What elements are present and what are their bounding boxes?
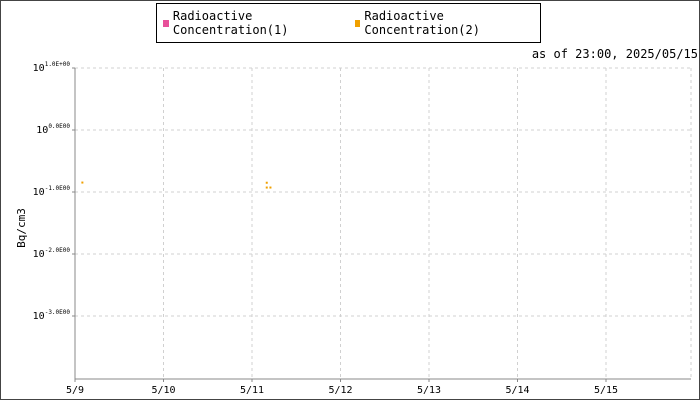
x-tick-label: 5/15 (594, 385, 618, 396)
chart-plot: 101.0E+00 100.0E00 10-1.0E00 10-2.0E00 10-3.… (15, 61, 692, 396)
x-tick-label: 5/9 (66, 385, 84, 396)
x-tick-label: 5/10 (151, 385, 175, 396)
y-tick-label: 10-2.0E00 (33, 247, 71, 260)
x-tick-label: 5/13 (417, 385, 441, 396)
data-point-series2 (265, 181, 268, 184)
y-axis-label: Bq/cm3 (15, 208, 28, 248)
y-tick-label: 100.0E00 (36, 123, 70, 136)
x-tick-label: 5/12 (328, 385, 352, 396)
data-point-series2 (81, 181, 84, 184)
y-tick-label: 10-1.0E00 (33, 185, 71, 198)
data-point-series2 (265, 186, 268, 189)
y-tick-label: 101.0E+00 (33, 61, 71, 74)
x-tick-label: 5/11 (240, 385, 264, 396)
y-tick-label: 10-3.0E00 (33, 309, 71, 322)
x-tick-label: 5/14 (505, 385, 529, 396)
data-point-series2 (269, 186, 272, 189)
